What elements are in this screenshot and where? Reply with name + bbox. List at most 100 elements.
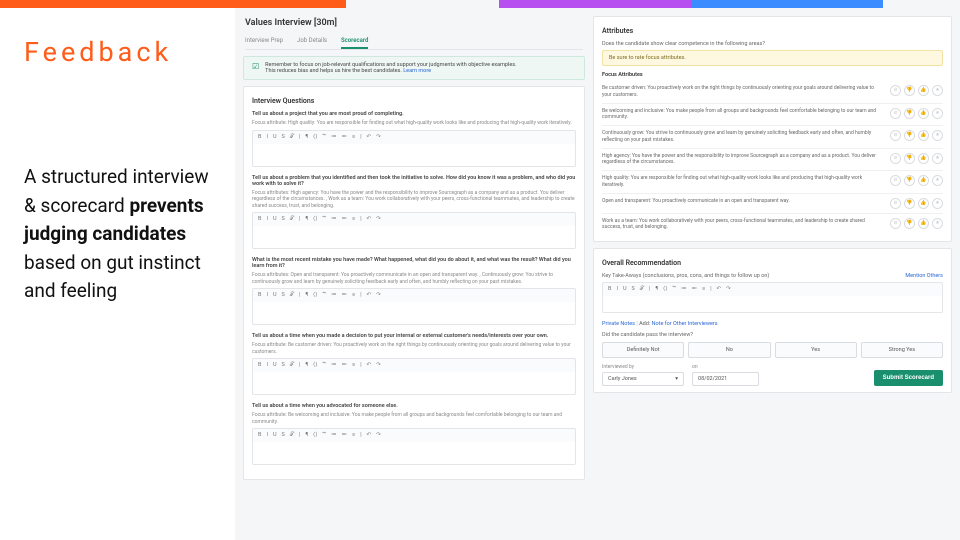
answer-editor[interactable]	[252, 302, 576, 325]
toolbar-↷-icon[interactable]: ↷	[376, 216, 381, 223]
toolbar-⟨⟩-icon[interactable]: ⟨⟩	[313, 134, 317, 141]
rating-option[interactable]: 👍	[918, 108, 929, 119]
toolbar-≡-icon[interactable]: ≡	[352, 216, 355, 223]
editor-toolbar[interactable]: BIUS𝒯|¶⟨⟩“”≔≕≡|↶↷	[252, 288, 576, 302]
toolbar-↶-icon[interactable]: ↶	[367, 134, 372, 141]
rating-option[interactable]: ★	[932, 108, 943, 119]
learn-more-link[interactable]: Learn more	[403, 68, 431, 74]
toolbar-|-icon[interactable]: |	[649, 286, 650, 293]
rating-option[interactable]: 👍	[918, 85, 929, 96]
rating-option[interactable]: 👎	[904, 175, 915, 186]
toolbar-B-icon[interactable]: B	[258, 292, 261, 299]
toolbar-¶-icon[interactable]: ¶	[655, 286, 658, 293]
answer-editor[interactable]	[252, 226, 576, 249]
rating-option[interactable]: ★	[932, 175, 943, 186]
toolbar-𝒯-icon[interactable]: 𝒯	[290, 292, 294, 299]
toolbar-≔-icon[interactable]: ≔	[331, 292, 337, 299]
rating-option[interactable]: 👎	[904, 108, 915, 119]
toolbar-¶-icon[interactable]: ¶	[305, 432, 308, 439]
toolbar-≡-icon[interactable]: ≡	[352, 362, 355, 369]
toolbar-I-icon[interactable]: I	[616, 286, 618, 293]
toolbar-≡-icon[interactable]: ≡	[352, 134, 355, 141]
submit-scorecard-button[interactable]: Submit Scorecard	[874, 370, 943, 386]
tab-interview-prep[interactable]: Interview Prep	[245, 34, 283, 49]
toolbar-U-icon[interactable]: U	[273, 292, 277, 299]
toolbar-↷-icon[interactable]: ↷	[726, 286, 731, 293]
toolbar-≔-icon[interactable]: ≔	[331, 432, 337, 439]
toolbar-|-icon[interactable]: |	[710, 286, 711, 293]
toolbar-¶-icon[interactable]: ¶	[305, 216, 308, 223]
rating-option[interactable]: ⊘	[890, 218, 901, 229]
toolbar-¶-icon[interactable]: ¶	[305, 292, 308, 299]
toolbar-U-icon[interactable]: U	[273, 432, 277, 439]
toolbar-¶-icon[interactable]: ¶	[305, 362, 308, 369]
toolbar-I-icon[interactable]: I	[266, 362, 268, 369]
toolbar-⟨⟩-icon[interactable]: ⟨⟩	[663, 286, 667, 293]
rating-option[interactable]: ★	[932, 153, 943, 164]
mention-others-link[interactable]: Mention Others	[905, 273, 943, 279]
date-select[interactable]: 08/02/2021	[692, 372, 759, 386]
toolbar-B-icon[interactable]: B	[258, 432, 261, 439]
toolbar-↶-icon[interactable]: ↶	[367, 216, 372, 223]
toolbar-S-icon[interactable]: S	[282, 292, 285, 299]
toolbar-≡-icon[interactable]: ≡	[702, 286, 705, 293]
toolbar-S-icon[interactable]: S	[632, 286, 635, 293]
toolbar-|-icon[interactable]: |	[299, 362, 300, 369]
toolbar-𝒯-icon[interactable]: 𝒯	[290, 362, 294, 369]
rating-option[interactable]: 👎	[904, 130, 915, 141]
rating-option[interactable]: ★	[932, 218, 943, 229]
toolbar-“”-icon[interactable]: “”	[322, 432, 326, 439]
toolbar-↷-icon[interactable]: ↷	[376, 134, 381, 141]
toolbar-↷-icon[interactable]: ↷	[376, 362, 381, 369]
toolbar-↷-icon[interactable]: ↷	[376, 432, 381, 439]
toolbar-|-icon[interactable]: |	[299, 292, 300, 299]
rating-option[interactable]: 👎	[904, 153, 915, 164]
toolbar-⟨⟩-icon[interactable]: ⟨⟩	[313, 362, 317, 369]
toolbar-¶-icon[interactable]: ¶	[305, 134, 308, 141]
toolbar-I-icon[interactable]: I	[266, 432, 268, 439]
rating-option[interactable]: ★	[932, 198, 943, 209]
rating-option[interactable]: 👎	[904, 198, 915, 209]
toolbar-S-icon[interactable]: S	[282, 362, 285, 369]
toolbar-U-icon[interactable]: U	[623, 286, 627, 293]
rating-option[interactable]: 👍	[918, 198, 929, 209]
toolbar-≕-icon[interactable]: ≕	[341, 432, 347, 439]
toolbar-B-icon[interactable]: B	[258, 362, 261, 369]
toolbar-I-icon[interactable]: I	[266, 216, 268, 223]
rating-option[interactable]: ⊘	[890, 130, 901, 141]
toolbar-≔-icon[interactable]: ≔	[331, 362, 337, 369]
rating-option[interactable]: 👎	[904, 218, 915, 229]
toolbar-↶-icon[interactable]: ↶	[717, 286, 722, 293]
toolbar-↷-icon[interactable]: ↷	[376, 292, 381, 299]
tab-scorecard[interactable]: Scorecard	[341, 34, 368, 49]
toolbar-|-icon[interactable]: |	[299, 216, 300, 223]
editor-toolbar[interactable]: BIUS𝒯|¶⟨⟩“”≔≕≡|↶↷	[602, 282, 943, 296]
toolbar-⟨⟩-icon[interactable]: ⟨⟩	[313, 432, 317, 439]
toolbar-|-icon[interactable]: |	[299, 134, 300, 141]
rating-option[interactable]: 👍	[918, 175, 929, 186]
editor-toolbar[interactable]: BIUS𝒯|¶⟨⟩“”≔≕≡|↶↷	[252, 358, 576, 372]
toolbar-≔-icon[interactable]: ≔	[331, 216, 337, 223]
interviewer-select[interactable]: Carly Jones▾	[602, 372, 684, 386]
toolbar-↶-icon[interactable]: ↶	[367, 292, 372, 299]
toolbar-“”-icon[interactable]: “”	[322, 134, 326, 141]
editor-toolbar[interactable]: BIUS𝒯|¶⟨⟩“”≔≕≡|↶↷	[252, 130, 576, 144]
toolbar-≕-icon[interactable]: ≕	[341, 362, 347, 369]
toolbar-≕-icon[interactable]: ≕	[341, 134, 347, 141]
rating-option[interactable]: 👍	[918, 130, 929, 141]
toolbar-≕-icon[interactable]: ≕	[341, 292, 347, 299]
toolbar-S-icon[interactable]: S	[282, 432, 285, 439]
toolbar-U-icon[interactable]: U	[273, 216, 277, 223]
toolbar-“”-icon[interactable]: “”	[322, 362, 326, 369]
toolbar-≡-icon[interactable]: ≡	[352, 292, 355, 299]
rating-option[interactable]: 👍	[918, 153, 929, 164]
pass-option-definitely-not[interactable]: Definitely Not	[602, 342, 684, 358]
editor-toolbar[interactable]: BIUS𝒯|¶⟨⟩“”≔≕≡|↶↷	[252, 428, 576, 442]
toolbar-|-icon[interactable]: |	[360, 134, 361, 141]
toolbar-|-icon[interactable]: |	[360, 216, 361, 223]
toolbar-“”-icon[interactable]: “”	[322, 292, 326, 299]
toolbar-↶-icon[interactable]: ↶	[367, 432, 372, 439]
toolbar-“”-icon[interactable]: “”	[672, 286, 676, 293]
toolbar-⟨⟩-icon[interactable]: ⟨⟩	[313, 216, 317, 223]
toolbar-𝒯-icon[interactable]: 𝒯	[640, 286, 644, 293]
